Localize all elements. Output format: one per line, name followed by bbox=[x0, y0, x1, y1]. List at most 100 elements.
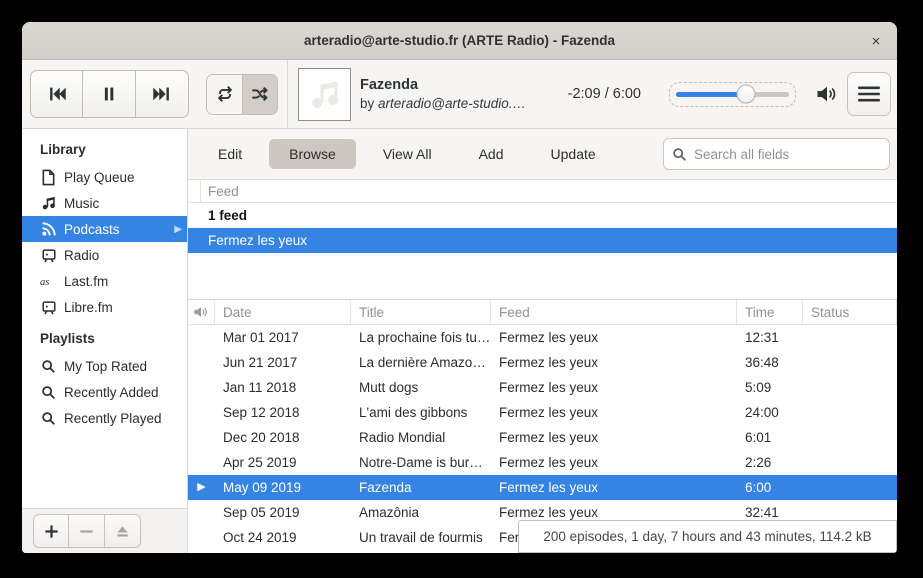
library-section-header: Library bbox=[22, 131, 187, 164]
sidebar-item-podcasts[interactable]: Podcasts ▶ bbox=[22, 216, 187, 242]
sidebar-item-recently-played[interactable]: Recently Played bbox=[22, 405, 187, 431]
search-icon bbox=[40, 358, 57, 375]
episode-time: 12:31 bbox=[737, 325, 803, 350]
search-icon bbox=[40, 384, 57, 401]
speaker-icon bbox=[193, 305, 209, 319]
album-art bbox=[298, 68, 351, 121]
now-playing-icon: ▶ bbox=[197, 482, 205, 493]
previous-button[interactable] bbox=[30, 70, 83, 118]
playing-column-header[interactable] bbox=[188, 300, 215, 324]
pause-button[interactable] bbox=[83, 70, 136, 118]
sidebar-item-label: Radio bbox=[64, 248, 99, 263]
feed-header-spacer bbox=[188, 180, 201, 202]
document-icon bbox=[40, 169, 57, 186]
title-column-header[interactable]: Title bbox=[351, 300, 491, 324]
episode-row[interactable]: Apr 25 2019 Notre-Dame is bur… Fermez le… bbox=[188, 450, 897, 475]
titlebar: arteradio@arte-studio.fr (ARTE Radio) - … bbox=[22, 22, 897, 60]
add-button[interactable]: Add bbox=[459, 139, 524, 169]
sidebar-item-play-queue[interactable]: Play Queue bbox=[22, 164, 187, 190]
eject-icon bbox=[115, 524, 130, 539]
episode-time: 6:00 bbox=[737, 475, 803, 500]
time-display: -2:09 / 6:00 bbox=[568, 86, 641, 102]
volume-button[interactable] bbox=[816, 84, 838, 104]
shuffle-toggle[interactable] bbox=[242, 75, 277, 114]
episode-time: 6:01 bbox=[737, 425, 803, 450]
episode-title: Notre-Dame is bur… bbox=[351, 450, 491, 475]
minus-icon bbox=[79, 524, 94, 539]
search-icon bbox=[40, 410, 57, 427]
episode-status bbox=[803, 350, 897, 375]
episode-date: Sep 12 2018 bbox=[215, 400, 351, 425]
edit-button[interactable]: Edit bbox=[198, 139, 262, 169]
date-column-header[interactable]: Date bbox=[215, 300, 351, 324]
playing-indicator-cell: ▶ bbox=[188, 475, 215, 500]
episode-date: Apr 25 2019 bbox=[215, 450, 351, 475]
expander-arrow-icon[interactable]: ▶ bbox=[174, 224, 182, 235]
plus-icon bbox=[44, 524, 59, 539]
sidebar-item-librefm[interactable]: Libre.fm bbox=[22, 294, 187, 320]
episode-date: Oct 24 2019 bbox=[215, 525, 351, 550]
sidebar-item-my-top-rated[interactable]: My Top Rated bbox=[22, 353, 187, 379]
episode-date: Dec 20 2018 bbox=[215, 425, 351, 450]
episode-feed: Fermez les yeux bbox=[491, 475, 737, 500]
sidebar-item-lastfm[interactable]: as Last.fm bbox=[22, 268, 187, 294]
window-title: arteradio@arte-studio.fr (ARTE Radio) - … bbox=[304, 33, 615, 48]
feed-column-header[interactable]: Feed bbox=[188, 180, 897, 203]
seek-slider[interactable] bbox=[669, 82, 796, 107]
repeat-toggle[interactable] bbox=[207, 75, 242, 114]
sidebar-item-radio[interactable]: Radio bbox=[22, 242, 187, 268]
close-button[interactable]: × bbox=[864, 29, 888, 53]
search-input[interactable] bbox=[694, 147, 881, 162]
sidebar-item-label: Recently Added bbox=[64, 385, 159, 400]
lastfm-icon: as bbox=[40, 273, 57, 290]
content-area: Library Play Queue Music Podcasts ▶ Rad bbox=[22, 129, 897, 553]
episode-status bbox=[803, 425, 897, 450]
status-column-header[interactable]: Status bbox=[803, 300, 897, 324]
playlists-section-header: Playlists bbox=[22, 320, 187, 353]
next-button[interactable] bbox=[136, 70, 189, 118]
episode-title: L'ami des gibbons bbox=[351, 400, 491, 425]
episode-date: Jan 11 2018 bbox=[215, 375, 351, 400]
feed-column-header[interactable]: Feed bbox=[491, 300, 737, 324]
episode-title: La prochaine fois tu… bbox=[351, 325, 491, 350]
speaker-icon bbox=[816, 84, 838, 104]
episode-row-selected[interactable]: ▶ May 09 2019 Fazenda Fermez les yeux 6:… bbox=[188, 475, 897, 500]
episode-status bbox=[803, 375, 897, 400]
shuffle-icon bbox=[250, 84, 270, 104]
rss-icon bbox=[40, 221, 57, 238]
episode-row[interactable]: Sep 12 2018 L'ami des gibbons Fermez les… bbox=[188, 400, 897, 425]
episode-row[interactable]: Jun 21 2017 La dernière Amazo… Fermez le… bbox=[188, 350, 897, 375]
status-bar: 200 episodes, 1 day, 7 hours and 43 minu… bbox=[518, 520, 897, 553]
episode-row[interactable]: Jan 11 2018 Mutt dogs Fermez les yeux 5:… bbox=[188, 375, 897, 400]
time-column-header[interactable]: Time bbox=[737, 300, 803, 324]
search-field[interactable] bbox=[663, 138, 890, 170]
episode-time: 2:26 bbox=[737, 450, 803, 475]
eject-button[interactable] bbox=[105, 514, 141, 548]
feed-name-label: Fermez les yeux bbox=[208, 233, 307, 248]
update-button[interactable]: Update bbox=[531, 139, 616, 169]
radio-icon bbox=[40, 299, 57, 316]
feed-row-selected[interactable]: Fermez les yeux bbox=[188, 228, 897, 253]
music-note-icon bbox=[40, 195, 57, 212]
seek-slider-handle[interactable] bbox=[737, 85, 756, 104]
sidebar-item-recently-added[interactable]: Recently Added bbox=[22, 379, 187, 405]
seek-slider-track[interactable] bbox=[676, 92, 789, 97]
browse-button[interactable]: Browse bbox=[269, 139, 356, 169]
app-menu-button[interactable] bbox=[847, 72, 891, 116]
playback-mode-toggles bbox=[206, 74, 278, 115]
seek-slider-fill bbox=[676, 92, 746, 97]
skip-backward-icon bbox=[46, 83, 68, 105]
remove-source-button[interactable] bbox=[69, 514, 105, 548]
episode-row[interactable]: Mar 01 2017 La prochaine fois tu… Fermez… bbox=[188, 325, 897, 350]
view-all-button[interactable]: View All bbox=[363, 139, 452, 169]
sidebar-item-music[interactable]: Music bbox=[22, 190, 187, 216]
now-playing-info: Fazenda by arteradio@arte-studio.… bbox=[360, 75, 526, 113]
search-icon bbox=[672, 147, 687, 162]
feed-count-row[interactable]: 1 feed bbox=[188, 203, 897, 228]
episodes-table: Date Title Feed Time Status Mar 01 2017 … bbox=[188, 299, 897, 553]
playing-indicator-cell bbox=[188, 325, 215, 350]
episode-row[interactable]: Dec 20 2018 Radio Mondial Fermez les yeu… bbox=[188, 425, 897, 450]
sidebar-item-label: Recently Played bbox=[64, 411, 162, 426]
playing-indicator-cell bbox=[188, 350, 215, 375]
add-source-button[interactable] bbox=[33, 514, 69, 548]
